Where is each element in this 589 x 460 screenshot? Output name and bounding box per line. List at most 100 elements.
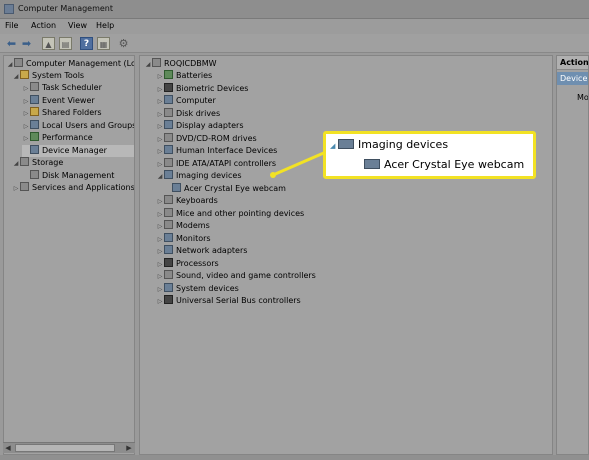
actions-pane: Actions Device Mo: [556, 55, 589, 455]
scroll-left-icon[interactable]: ◀: [3, 443, 13, 453]
properties-icon[interactable]: ▦: [97, 37, 110, 50]
device-category[interactable]: ▷ Display adapters: [156, 120, 244, 132]
display-adapter-icon: [164, 120, 173, 129]
webcam-icon: [364, 159, 380, 169]
tree-item-performance[interactable]: ▷ Performance: [22, 132, 93, 144]
hid-icon: [164, 145, 173, 154]
device-root[interactable]: ◢ ROQICDBMW: [144, 58, 217, 70]
tree-item-disk-management[interactable]: Disk Management: [22, 170, 114, 182]
expand-arrow-icon[interactable]: ▷: [156, 121, 164, 133]
device-category[interactable]: ▷ IDE ATA/ATAPI controllers: [156, 158, 276, 170]
device-category[interactable]: ▷ Monitors: [156, 233, 211, 245]
mouse-icon: [164, 208, 173, 217]
device-category[interactable]: ▷ Computer: [156, 95, 216, 107]
fingerprint-icon: [164, 83, 173, 92]
usb-icon: [164, 295, 173, 304]
forward-arrow-icon[interactable]: ➡: [20, 37, 33, 50]
collapse-arrow-icon[interactable]: ◢: [156, 171, 164, 183]
menu-action[interactable]: Action: [31, 21, 56, 30]
device-category[interactable]: ▷ Batteries: [156, 70, 212, 82]
zoom-callout: ◢ Imaging devices Acer Crystal Eye webcam: [323, 131, 536, 179]
horizontal-scrollbar[interactable]: ◀ ▶: [3, 442, 135, 453]
disk-drive-icon: [164, 108, 173, 117]
callout-imaging-devices: ◢ Imaging devices: [330, 138, 449, 151]
device-category[interactable]: ▷ Universal Serial Bus controllers: [156, 295, 301, 307]
tree-item-task-scheduler[interactable]: ▷ Task Scheduler: [22, 82, 102, 94]
device-category[interactable]: ▷ Mice and other pointing devices: [156, 208, 304, 220]
show-hide-tree-icon[interactable]: ▤: [59, 37, 72, 50]
tree-item-local-users[interactable]: ▷ Local Users and Groups: [22, 120, 134, 132]
navigation-tree: ◢Computer Management (Local ◢System Tool…: [3, 55, 135, 455]
computer-management-icon: [14, 58, 23, 67]
expand-arrow-icon[interactable]: ▷: [12, 183, 20, 195]
up-folder-icon[interactable]: ▲: [42, 37, 55, 50]
device-icon[interactable]: ⚙: [117, 37, 130, 50]
keyboard-icon: [164, 195, 173, 204]
device-category-imaging[interactable]: ◢ Imaging devices: [156, 170, 242, 182]
users-icon: [30, 120, 39, 129]
device-category[interactable]: ▷ Keyboards: [156, 195, 218, 207]
battery-icon: [164, 70, 173, 79]
expand-arrow-icon[interactable]: ▷: [156, 246, 164, 258]
event-viewer-icon: [30, 95, 39, 104]
scroll-thumb[interactable]: [15, 444, 115, 452]
actions-more-actions[interactable]: Mo: [577, 93, 588, 102]
tree-item-event-viewer[interactable]: ▷ Event Viewer: [22, 95, 95, 107]
scroll-right-icon[interactable]: ▶: [124, 443, 134, 453]
expand-arrow-icon[interactable]: ▷: [22, 83, 30, 95]
help-icon[interactable]: ?: [80, 37, 93, 50]
collapse-arrow-icon: ◢: [330, 142, 336, 150]
tree-item-system-tools[interactable]: ◢ System Tools: [12, 70, 84, 82]
back-arrow-icon[interactable]: ⬅: [5, 37, 18, 50]
actions-device-manager[interactable]: Device: [557, 72, 588, 85]
menu-file[interactable]: File: [5, 21, 18, 30]
tree-item-device-manager[interactable]: Device Manager: [22, 145, 134, 157]
computer-icon: [152, 58, 161, 67]
shared-folder-icon: [30, 107, 39, 116]
tools-icon: [20, 70, 29, 79]
expand-arrow-icon[interactable]: ▷: [156, 146, 164, 158]
collapse-arrow-icon[interactable]: ◢: [12, 158, 20, 170]
tree-item-storage[interactable]: ◢ Storage: [12, 157, 63, 169]
device-category[interactable]: ▷ Network adapters: [156, 245, 247, 257]
callout-webcam: Acer Crystal Eye webcam: [364, 158, 524, 171]
window-title: Computer Management: [18, 4, 114, 13]
collapse-arrow-icon[interactable]: ◢: [144, 59, 152, 71]
menu-bar: File Action View Help: [0, 19, 589, 34]
expand-arrow-icon[interactable]: ▷: [22, 133, 30, 145]
webcam-icon: [172, 183, 181, 192]
dvd-drive-icon: [164, 133, 173, 142]
expand-arrow-icon[interactable]: ▷: [156, 296, 164, 308]
network-adapter-icon: [164, 245, 173, 254]
expand-arrow-icon[interactable]: ▷: [156, 71, 164, 83]
expand-arrow-icon[interactable]: ▷: [156, 196, 164, 208]
expand-arrow-icon[interactable]: ▷: [156, 221, 164, 233]
device-category[interactable]: ▷ Human Interface Devices: [156, 145, 277, 157]
device-item-webcam[interactable]: Acer Crystal Eye webcam: [172, 183, 286, 195]
device-category[interactable]: ▷ Sound, video and game controllers: [156, 270, 316, 282]
title-bar: Computer Management: [0, 0, 589, 19]
device-category[interactable]: ▷ Disk drives: [156, 108, 220, 120]
device-category[interactable]: ▷ Biometric Devices: [156, 83, 248, 95]
expand-arrow-icon[interactable]: ▷: [22, 108, 30, 120]
tree-item-shared-folders[interactable]: ▷ Shared Folders: [22, 107, 102, 119]
processor-icon: [164, 258, 173, 267]
device-tree: ◢ ROQICDBMW ▷ Batteries ▷ Biometric Devices…: [139, 55, 553, 455]
ide-controller-icon: [164, 158, 173, 167]
device-category[interactable]: ▷ Processors: [156, 258, 219, 270]
device-category[interactable]: ▷ System devices: [156, 283, 239, 295]
storage-icon: [20, 157, 29, 166]
device-manager-icon: [30, 145, 39, 154]
clock-icon: [30, 82, 39, 91]
menu-help[interactable]: Help: [96, 21, 114, 30]
camera-icon: [164, 170, 173, 179]
device-category[interactable]: ▷ Modems: [156, 220, 210, 232]
tree-root[interactable]: ◢Computer Management (Local: [6, 58, 134, 70]
expand-arrow-icon[interactable]: ▷: [156, 271, 164, 283]
menu-view[interactable]: View: [68, 21, 87, 30]
collapse-arrow-icon[interactable]: ◢: [12, 71, 20, 83]
tree-item-services[interactable]: ▷ Services and Applications: [12, 182, 134, 195]
device-category[interactable]: ▷ DVD/CD-ROM drives: [156, 133, 257, 145]
speaker-icon: [164, 270, 173, 279]
expand-arrow-icon[interactable]: ▷: [156, 96, 164, 108]
